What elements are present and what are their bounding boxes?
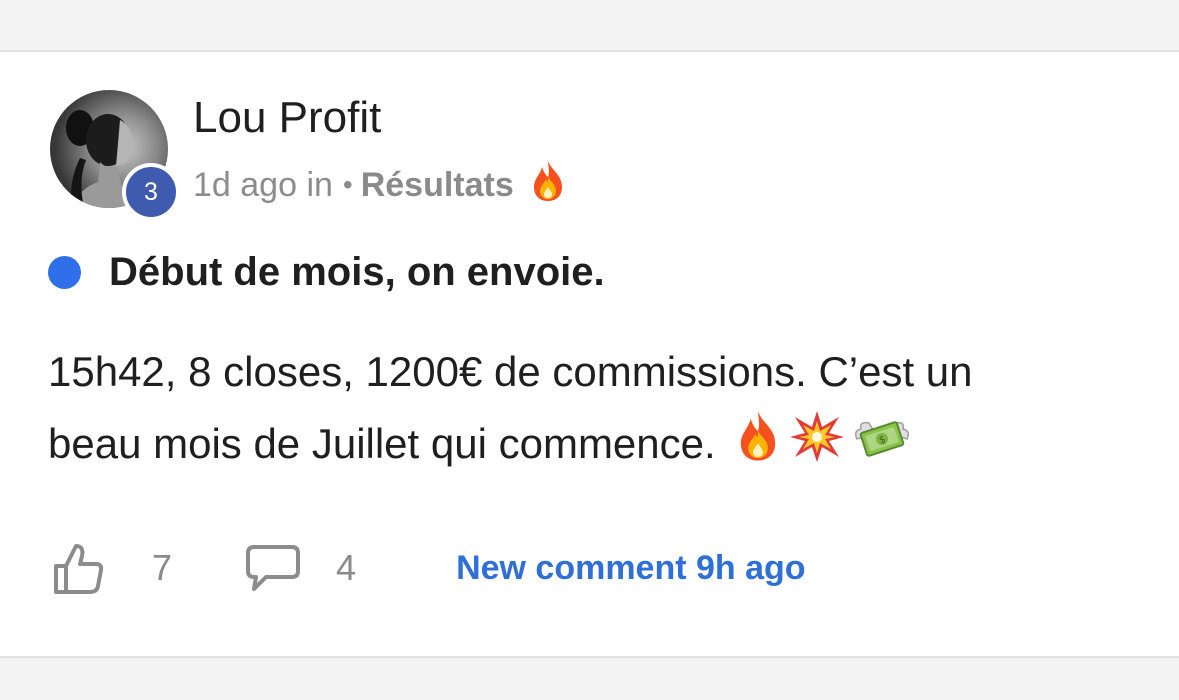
unread-indicator [48,255,81,289]
money-with-wings-icon: $ [851,409,913,485]
post-meta: 1d ago in • Résultats [193,160,568,208]
post-time: 1d ago in [193,165,333,204]
fire-icon [528,159,568,212]
post-body-line-1: 15h42, 8 closes, 1200€ de commissions. C… [48,348,973,395]
post-title-row[interactable]: Début de mois, on envoie. [48,246,605,298]
comment-button[interactable] [244,543,302,593]
post-body-line-2: beau mois de Juillet qui commence. $ [48,408,1138,485]
next-item-strip [0,656,1179,700]
category-link[interactable]: Résultats [361,166,514,205]
collision-icon [789,409,845,485]
comment-count: 4 [336,547,357,588]
author-name[interactable]: Lou Profit [193,92,381,144]
post-actions: 7 4 New comment 9h ago [50,538,806,598]
meta-separator: • [342,169,353,200]
thumbs-up-icon [54,544,104,594]
post-title[interactable]: Début de mois, on envoie. [109,250,605,295]
like-button[interactable] [50,540,106,596]
post-body-line-2-text: beau mois de Juillet qui commence. [48,420,716,467]
new-comment-link[interactable]: New comment 9h ago [456,549,806,588]
speech-bubble-icon [246,545,301,591]
level-badge: 3 [122,163,180,221]
post-card[interactable]: 3 Lou Profit 1d ago in • Résultats Début… [0,52,1179,656]
like-count: 7 [152,547,173,588]
previous-item-strip [0,0,1179,52]
post-body: 15h42, 8 closes, 1200€ de commissions. C… [48,336,1138,485]
fire-icon [733,409,783,485]
